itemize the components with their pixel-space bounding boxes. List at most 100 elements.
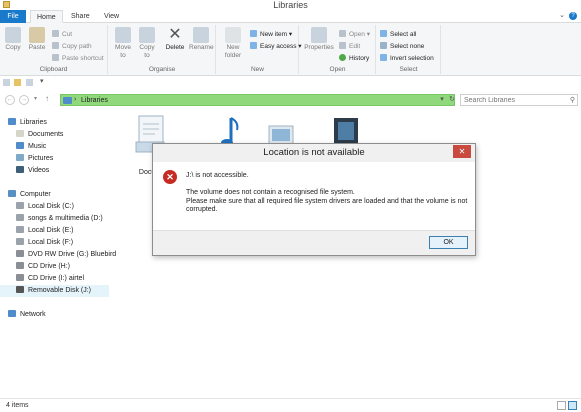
cd-drive-icon [16,274,24,281]
paste-shortcut-button[interactable]: Paste shortcut [52,54,104,63]
new-item-button[interactable]: New item ▾ [250,30,292,39]
large-icons-view-icon[interactable] [568,401,577,410]
copy-button[interactable]: Copy [3,27,23,52]
copy-path-button[interactable]: Copy path [52,42,92,51]
nav-item-network[interactable]: Network [0,309,109,321]
ribbon: Copy Paste Cut Copy path Paste shortcut … [0,23,581,76]
nav-item-drive[interactable]: CD Drive (H:) [0,261,109,273]
nav-item-drive[interactable]: Local Disk (E:) [0,225,109,237]
error-message-title: J:\ is not accessible. [186,172,249,179]
nav-item-drive[interactable]: songs & multimedia (D:) [0,213,109,225]
ok-button[interactable]: OK [429,236,468,249]
nav-item-documents[interactable]: Documents [0,129,109,141]
select-none-button[interactable]: Select none [380,42,424,51]
error-message-body: The volume does not contain a recognised… [186,189,468,213]
navigation-pane: Libraries Documents Music Pictures Video… [0,112,116,398]
undo-small-icon[interactable] [26,79,33,86]
select-all-icon [380,30,387,37]
nav-item-drive[interactable]: DVD RW Drive (G:) Bluebird [0,249,116,261]
dvd-drive-icon [16,250,24,257]
ribbon-tabs: File Home Share View ⌄ ? [0,10,581,23]
search-input[interactable] [461,95,561,105]
copy-path-icon [52,42,59,49]
pictures-icon [16,154,24,161]
forward-icon[interactable]: → [19,95,29,105]
address-bar[interactable]: › Libraries [60,94,455,106]
organise-group: Move to Copy to ✕ Delete Rename Organise [109,25,216,74]
open-icon [339,30,346,37]
refresh-icon[interactable]: ↻ [446,94,458,106]
dialog-footer: OK [153,230,475,255]
tab-home[interactable]: Home [30,10,63,23]
up-icon[interactable]: ↑ [45,94,49,103]
new-folder-icon [225,27,241,43]
status-bar: 4 items [0,398,581,412]
computer-icon [8,190,16,197]
copy-to-button[interactable]: Copy to [136,27,158,60]
history-button[interactable]: History [339,54,369,63]
open-button[interactable]: Open ▾ [339,30,370,39]
history-icon [339,54,346,61]
edit-icon [339,42,346,49]
details-view-icon[interactable] [557,401,566,410]
error-dialog: Location is not available ✕ ✕ J:\ is not… [152,143,476,256]
search-box[interactable]: ⚲ [460,94,578,106]
rename-icon [193,27,209,43]
hard-drive-icon [16,226,24,233]
libraries-icon [8,118,16,125]
tab-file[interactable]: File [0,10,26,23]
copy-to-icon [139,27,155,43]
nav-item-computer[interactable]: Computer [0,189,109,201]
nav-item-drive[interactable]: Local Disk (F:) [0,237,109,249]
item-count: 4 items [6,402,29,409]
delete-button[interactable]: ✕ Delete [163,27,187,52]
title-bar: Libraries [0,0,581,10]
music-icon [16,142,24,149]
properties-icon [311,27,327,43]
new-folder-button[interactable]: New folder [220,27,246,60]
nav-item-drive[interactable]: Removable Disk (J:) [0,285,109,297]
new-item-icon [250,30,257,37]
hard-drive-icon [16,202,24,209]
tab-view[interactable]: View [98,10,125,23]
nav-item-libraries[interactable]: Libraries [0,117,109,129]
invert-selection-button[interactable]: Invert selection [380,54,434,63]
nav-item-videos[interactable]: Videos [0,165,109,177]
clipboard-label: Clipboard [39,66,68,73]
nav-item-drive[interactable]: CD Drive (I:) airtel [0,273,109,285]
rename-button[interactable]: Rename [189,27,214,52]
nav-item-music[interactable]: Music [0,141,109,153]
dialog-title: Location is not available [263,147,365,158]
help-icon[interactable]: ? [569,12,577,20]
copy-label: Copy [5,44,21,51]
customize-dropdown-icon[interactable]: ▾ [40,77,44,85]
error-icon: ✕ [163,170,177,184]
invert-selection-icon [380,54,387,61]
nav-item-drive[interactable]: Local Disk (C:) [0,201,109,213]
select-none-icon [380,42,387,49]
nav-item-pictures[interactable]: Pictures [0,153,109,165]
ribbon-expand-icon[interactable]: ⌄ [559,11,565,19]
libraries-folder-icon [63,97,72,104]
paste-label: Paste [28,44,46,51]
move-to-button[interactable]: Move to [112,27,134,60]
recent-locations-icon[interactable]: ▾ [34,95,37,102]
easy-access-icon [250,42,257,49]
close-button[interactable]: ✕ [453,145,471,158]
select-all-button[interactable]: Select all [380,30,416,39]
edit-button[interactable]: Edit [339,42,360,51]
easy-access-button[interactable]: Easy access ▾ [250,42,302,51]
paste-button[interactable]: Paste [26,27,48,52]
dialog-body: ✕ J:\ is not accessible. The volume does… [153,162,475,230]
breadcrumb-separator-icon[interactable]: › [74,95,76,105]
breadcrumb-libraries[interactable]: Libraries [81,96,108,105]
back-icon[interactable]: ← [5,95,15,105]
clipboard-group: Copy Paste Cut Copy path Paste shortcut … [0,25,108,74]
tab-share[interactable]: Share [65,10,96,23]
search-icon[interactable]: ⚲ [570,96,575,105]
cut-button[interactable]: Cut [52,30,72,39]
properties-small-icon[interactable] [3,79,10,86]
properties-button[interactable]: Properties [302,27,336,52]
new-folder-small-icon[interactable] [14,79,21,86]
removable-disk-icon [16,286,24,293]
